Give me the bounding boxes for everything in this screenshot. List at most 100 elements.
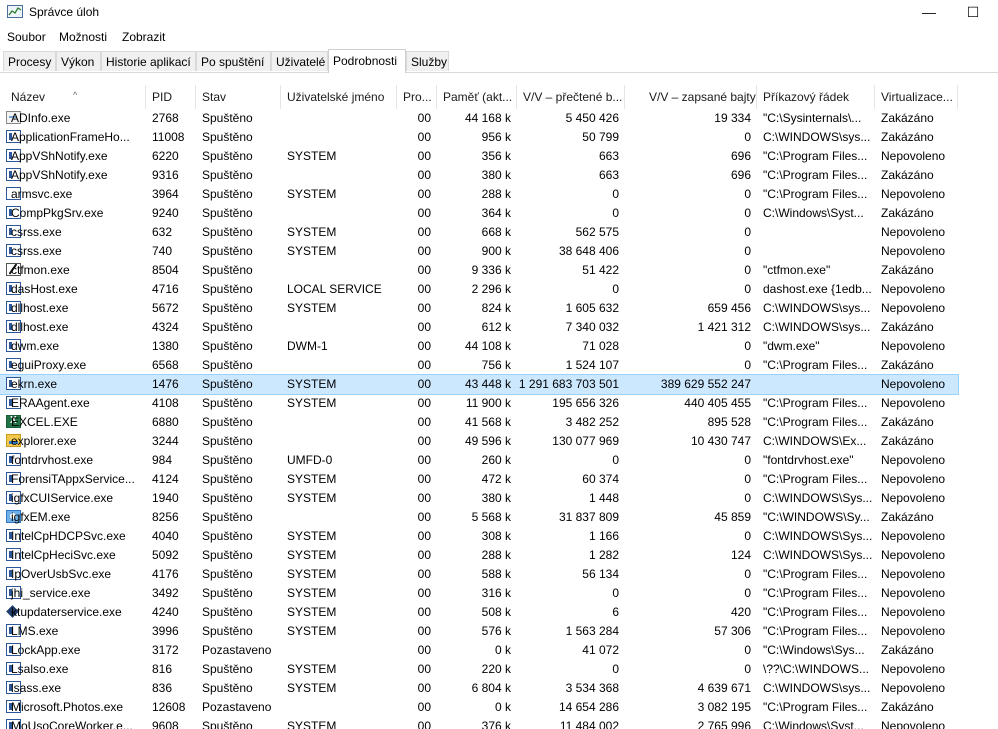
table-row[interactable]: Lsalso.exe 816 Spuštěno SYSTEM 00 220 k 0 0 \??\… bbox=[0, 660, 958, 679]
table-row[interactable]: IpOverUsbSvc.exe 4176 Spuštěno SYSTEM 00 588 … bbox=[0, 565, 958, 584]
cell-name: ApplicationFrameHo... bbox=[11, 130, 130, 144]
table-row[interactable]: armsvc.exe 3964 Spuštěno SYSTEM 00 288 k 0 0 "C:… bbox=[0, 185, 958, 204]
cell-cmd: "C:\Windows\Sys... bbox=[763, 643, 865, 657]
tab-vykon[interactable]: Výkon bbox=[56, 51, 101, 71]
cell-status: Spuštěno bbox=[202, 377, 253, 391]
table-row[interactable]: csrss.exe 740 Spuštěno SYSTEM 00 900 k 38 648 … bbox=[0, 242, 958, 261]
cell-read: 0 bbox=[612, 187, 619, 201]
cell-cpu: 00 bbox=[417, 567, 431, 581]
table-row[interactable]: ERAAgent.exe 4108 Spuštěno SYSTEM 00 11 900 k… bbox=[0, 394, 958, 413]
cell-cpu: 00 bbox=[417, 149, 431, 163]
column-header-prikazovy-radek[interactable]: Příkazový řádek bbox=[757, 85, 875, 109]
table-row[interactable]: igfxEM.exe 8256 Spuštěno 00 5 568 k 31 837 80… bbox=[0, 508, 958, 527]
table-row[interactable]: ADInfo.exe 2768 Spuštěno 00 44 168 k 5 450 42… bbox=[0, 109, 958, 128]
cell-user: SYSTEM bbox=[287, 377, 337, 391]
menu-zobrazit[interactable]: Zobrazit bbox=[122, 30, 165, 44]
cell-cmd bbox=[757, 375, 875, 394]
cell-virt: Nepovoleno bbox=[881, 453, 946, 467]
table-row[interactable]: ekrn.exe 1476 Spuštěno SYSTEM 00 43 448 k 1 29… bbox=[0, 374, 959, 395]
cell-cmd: C:\Windows\Syst... bbox=[763, 719, 864, 729]
cell-pid: 4124 bbox=[152, 472, 179, 486]
tab-uzivatele[interactable]: Uživatelé bbox=[271, 51, 328, 71]
minimize-button[interactable]: — bbox=[906, 0, 952, 24]
table-row[interactable]: dasHost.exe 4716 Spuštěno LOCAL SERVICE 00 2 … bbox=[0, 280, 958, 299]
column-header-uzivatel[interactable]: Uživatelské jméno bbox=[281, 85, 397, 109]
table-row[interactable]: igfxCUIService.exe 1940 Spuštěno SYSTEM 00 38… bbox=[0, 489, 958, 508]
table-row[interactable]: ApplicationFrameHo... 11008 Spuštěno 00 956 … bbox=[0, 128, 958, 147]
cell-read: 0 bbox=[612, 206, 619, 220]
cell-status: Pozastaveno bbox=[202, 643, 272, 657]
cell-cpu: 00 bbox=[417, 643, 431, 657]
cell-cpu: 00 bbox=[417, 111, 431, 125]
table-row[interactable]: dwm.exe 1380 Spuštěno DWM-1 00 44 108 k 71 028… bbox=[0, 337, 958, 356]
cell-mem: 612 k bbox=[481, 320, 511, 334]
cell-virt: Nepovoleno bbox=[881, 662, 946, 676]
cell-mem: 576 k bbox=[481, 624, 511, 638]
cell-cmd: "C:\Program Files... bbox=[763, 415, 868, 429]
cell-cpu: 00 bbox=[417, 206, 431, 220]
table-row[interactable]: Microsoft.Photos.exe 12608 Pozastaveno 00 0 … bbox=[0, 698, 958, 717]
cell-cpu: 00 bbox=[417, 282, 431, 296]
cell-cmd: dashost.exe {1edb... bbox=[763, 282, 872, 296]
table-row[interactable]: fontdrvhost.exe 984 Spuštěno UMFD-0 00 260 k0… bbox=[0, 451, 958, 470]
cell-status: Spuštěno bbox=[202, 662, 253, 676]
cell-mem: 43 448 k bbox=[464, 377, 511, 391]
cell-write: 0 bbox=[744, 339, 751, 353]
table-row[interactable]: IntelCpHeciSvc.exe 5092 Spuštěno SYSTEM 00 28… bbox=[0, 546, 958, 565]
cell-name: IpOverUsbSvc.exe bbox=[11, 567, 112, 581]
tab-sluzby[interactable]: Služby bbox=[406, 51, 449, 71]
table-row[interactable]: eguiProxy.exe 6568 Spuštěno 00 756 k 1 524 10… bbox=[0, 356, 958, 375]
cell-virt: Nepovoleno bbox=[881, 339, 946, 353]
table-row[interactable]: EXCEL.EXE 6880 Spuštěno 00 41 568 k 3 482 252… bbox=[0, 413, 958, 432]
table-row[interactable]: lsass.exe 836 Spuštěno SYSTEM 00 6 804 k 3 534… bbox=[0, 679, 958, 698]
cell-cmd: "C:\Program Files... bbox=[763, 700, 868, 714]
cell-mem: 44 168 k bbox=[464, 111, 511, 125]
table-row[interactable]: dllhost.exe 4324 Spuštěno 00 612 k 7 340 032 1… bbox=[0, 318, 958, 337]
table-row[interactable]: explorer.exe 3244 Spuštěno 00 49 596 k 130 07… bbox=[0, 432, 958, 451]
cell-cpu: 00 bbox=[417, 396, 431, 410]
cell-virt: Zakázáno bbox=[881, 206, 934, 220]
cell-virt: Nepovoleno bbox=[881, 548, 946, 562]
table-row[interactable]: LMS.exe 3996 Spuštěno SYSTEM 00 576 k 1 563 28… bbox=[0, 622, 958, 641]
menu-soubor[interactable]: Soubor bbox=[7, 30, 46, 44]
column-header-vv-zapsane[interactable]: V/V – zapsané bajty bbox=[625, 85, 757, 109]
column-header-nazev[interactable]: Název ^ bbox=[5, 85, 146, 109]
cell-virt: Zakázáno bbox=[881, 263, 934, 277]
table-row[interactable]: MoUsoCoreWorker.e... 9608 Spuštěno SYSTEM 00… bbox=[0, 717, 958, 729]
cell-write: 3 082 195 bbox=[697, 700, 751, 714]
table-row[interactable]: ctfmon.exe 8504 Spuštěno 00 9 336 k 51 422 0 "c… bbox=[0, 261, 958, 280]
cell-name: LockApp.exe bbox=[11, 643, 81, 657]
menu-moznosti[interactable]: Možnosti bbox=[59, 30, 107, 44]
cell-mem: 900 k bbox=[481, 244, 511, 258]
cell-user: SYSTEM bbox=[287, 567, 337, 581]
maximize-button[interactable]: ☐ bbox=[950, 0, 996, 24]
table-row[interactable]: csrss.exe 632 Spuštěno SYSTEM 00 668 k 562 575… bbox=[0, 223, 958, 242]
cell-read: 7 340 032 bbox=[565, 320, 619, 334]
cell-read: 50 799 bbox=[582, 130, 619, 144]
column-header-stav[interactable]: Stav bbox=[196, 85, 281, 109]
cell-pid: 1380 bbox=[152, 339, 179, 353]
cell-name: explorer.exe bbox=[11, 434, 77, 448]
column-header-pid[interactable]: PID bbox=[146, 85, 196, 109]
cell-mem: 380 k bbox=[481, 491, 511, 505]
table-row[interactable]: jhi_service.exe 3492 Spuštěno SYSTEM 00 316 k… bbox=[0, 584, 958, 603]
tab-po-spusteni[interactable]: Po spuštění bbox=[196, 51, 271, 71]
cell-cmd: C:\Windows\Syst... bbox=[763, 206, 864, 220]
table-row[interactable]: IntelCpHDCPSvc.exe 4040 Spuštěno SYSTEM 00 30… bbox=[0, 527, 958, 546]
table-row[interactable]: dllhost.exe 5672 Spuštěno SYSTEM 00 824 k 1 60… bbox=[0, 299, 958, 318]
table-row[interactable]: ktupdaterservice.exe 4240 Spuštěno SYSTEM 00… bbox=[0, 603, 958, 622]
table-row[interactable]: LockApp.exe 3172 Pozastaveno 00 0 k 41 072 0 "C… bbox=[0, 641, 958, 660]
column-header-pamet[interactable]: Paměť (akt... bbox=[437, 85, 517, 109]
column-header-cpu[interactable]: Pro... bbox=[397, 85, 437, 109]
cell-write: 0 bbox=[744, 453, 751, 467]
column-header-vv-prectene[interactable]: V/V – přečtené b... bbox=[517, 85, 625, 109]
tab-podrobnosti[interactable]: Podrobnosti bbox=[328, 49, 406, 73]
table-row[interactable]: CompPkgSrv.exe 9240 Spuštěno 00 364 k 0 0 C:\Wi… bbox=[0, 204, 958, 223]
cell-mem: 5 568 k bbox=[471, 510, 511, 524]
tab-historie-aplikaci[interactable]: Historie aplikací bbox=[101, 51, 196, 71]
tab-procesy[interactable]: Procesy bbox=[3, 51, 56, 71]
table-row[interactable]: ForensiTAppxService... 4124 Spuštěno SYSTEM… bbox=[0, 470, 958, 489]
column-header-virtualizace[interactable]: Virtualizace... bbox=[875, 85, 958, 109]
table-row[interactable]: AppVShNotify.exe 9316 Spuštěno 00 380 k 663 69… bbox=[0, 166, 958, 185]
table-row[interactable]: AppVShNotify.exe 6220 Spuštěno SYSTEM 00 356 … bbox=[0, 147, 958, 166]
